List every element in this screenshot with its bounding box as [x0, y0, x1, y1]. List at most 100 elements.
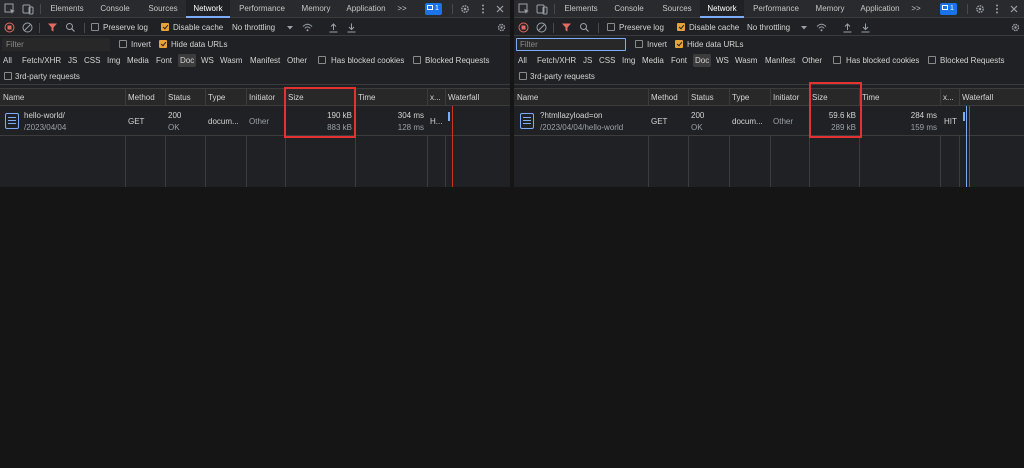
column-status[interactable]: Status [688, 89, 714, 106]
more-tabs-button[interactable]: >> [908, 0, 924, 18]
type-filter-ws[interactable]: WS [716, 54, 729, 67]
tab-elements[interactable]: Elements [560, 0, 602, 18]
clear-icon[interactable] [536, 22, 547, 33]
type-filter-fetch-xhr[interactable]: Fetch/XHR [22, 54, 61, 67]
filter-input[interactable]: Filter [2, 38, 110, 51]
device-toolbar-icon[interactable] [22, 3, 34, 15]
preserve-log-checkbox[interactable] [91, 23, 99, 31]
record-stop-icon[interactable] [4, 22, 15, 33]
close-icon[interactable] [1008, 3, 1020, 15]
column-name[interactable]: Name [514, 89, 538, 106]
issues-badge[interactable]: 1 [425, 3, 442, 15]
filter-funnel-icon[interactable] [47, 22, 58, 33]
inspect-element-icon[interactable] [4, 3, 16, 15]
column-x[interactable]: x... [940, 89, 954, 106]
kebab-menu-icon[interactable] [477, 3, 489, 15]
tab-sources[interactable]: Sources [656, 0, 698, 18]
tab-memory[interactable]: Memory [808, 0, 852, 18]
third-party-checkbox[interactable] [519, 72, 527, 80]
network-conditions-icon[interactable] [816, 22, 827, 33]
type-filter-css[interactable]: CSS [84, 54, 100, 67]
import-har-icon[interactable] [328, 22, 339, 33]
tab-elements[interactable]: Elements [46, 0, 88, 18]
chevron-down-icon[interactable] [800, 22, 808, 33]
type-filter-js[interactable]: JS [68, 54, 77, 67]
tab-network[interactable]: Network [700, 0, 744, 18]
record-stop-icon[interactable] [518, 22, 529, 33]
type-filter-font[interactable]: Font [156, 54, 172, 67]
clear-icon[interactable] [22, 22, 33, 33]
more-tabs-button[interactable]: >> [394, 0, 410, 18]
hide-data-urls-checkbox[interactable] [159, 40, 167, 48]
type-filter-all[interactable]: All [3, 54, 12, 67]
type-filter-manifest[interactable]: Manifest [250, 54, 280, 67]
import-har-icon[interactable] [842, 22, 853, 33]
type-filter-media[interactable]: Media [127, 54, 149, 67]
tab-performance[interactable]: Performance [748, 0, 804, 18]
column-type[interactable]: Type [729, 89, 749, 106]
disable-cache-checkbox[interactable] [677, 23, 685, 31]
filter-input[interactable]: Filter [516, 38, 626, 51]
type-filter-img[interactable]: Img [107, 54, 120, 67]
tab-network[interactable]: Network [186, 0, 230, 18]
tab-performance[interactable]: Performance [234, 0, 290, 18]
type-filter-doc[interactable]: Doc [693, 54, 712, 67]
issues-badge[interactable]: 1 [940, 3, 957, 15]
filter-funnel-icon[interactable] [561, 22, 572, 33]
type-filter-doc[interactable]: Doc [178, 54, 197, 67]
column-x[interactable]: x... [427, 89, 441, 106]
settings-gear-icon[interactable] [974, 3, 986, 15]
network-conditions-icon[interactable] [302, 22, 313, 33]
type-filter-css[interactable]: CSS [599, 54, 615, 67]
blocked-requests-checkbox[interactable] [413, 56, 421, 64]
export-har-icon[interactable] [346, 22, 357, 33]
tab-console[interactable]: Console [92, 0, 138, 18]
type-filter-wasm[interactable]: Wasm [735, 54, 757, 67]
column-time[interactable]: Time [355, 89, 375, 106]
column-initiator[interactable]: Initiator [770, 89, 799, 106]
tab-console[interactable]: Console [606, 0, 652, 18]
third-party-checkbox[interactable] [4, 72, 12, 80]
close-icon[interactable] [494, 3, 506, 15]
search-icon[interactable] [579, 22, 590, 33]
type-filter-font[interactable]: Font [671, 54, 687, 67]
column-method[interactable]: Method [125, 89, 155, 106]
blocked-cookies-checkbox[interactable] [833, 56, 841, 64]
settings-gear-icon[interactable] [459, 3, 471, 15]
table-row[interactable]: ?htmllazyload=on /2023/04/04/hello-world… [514, 106, 1024, 136]
type-filter-js[interactable]: JS [583, 54, 592, 67]
disable-cache-checkbox[interactable] [161, 23, 169, 31]
type-filter-media[interactable]: Media [642, 54, 664, 67]
blocked-cookies-checkbox[interactable] [318, 56, 326, 64]
tab-application[interactable]: Application [342, 0, 390, 18]
type-filter-ws[interactable]: WS [201, 54, 214, 67]
type-filter-other[interactable]: Other [802, 54, 822, 67]
column-waterfall[interactable]: Waterfall [445, 89, 479, 106]
tab-application[interactable]: Application [856, 0, 904, 18]
type-filter-fetch-xhr[interactable]: Fetch/XHR [537, 54, 576, 67]
type-filter-all[interactable]: All [518, 54, 527, 67]
export-har-icon[interactable] [860, 22, 871, 33]
device-toolbar-icon[interactable] [536, 3, 548, 15]
throttling-select[interactable]: No throttling [232, 19, 275, 36]
type-filter-wasm[interactable]: Wasm [220, 54, 242, 67]
column-type[interactable]: Type [205, 89, 225, 106]
hide-data-urls-checkbox[interactable] [675, 40, 683, 48]
blocked-requests-checkbox[interactable] [928, 56, 936, 64]
search-icon[interactable] [65, 22, 76, 33]
network-settings-gear-icon[interactable] [1010, 22, 1021, 33]
invert-checkbox[interactable] [119, 40, 127, 48]
tab-memory[interactable]: Memory [294, 0, 338, 18]
type-filter-other[interactable]: Other [287, 54, 307, 67]
inspect-element-icon[interactable] [518, 3, 530, 15]
type-filter-manifest[interactable]: Manifest [765, 54, 795, 67]
column-status[interactable]: Status [165, 89, 191, 106]
throttling-select[interactable]: No throttling [747, 19, 790, 36]
column-method[interactable]: Method [648, 89, 678, 106]
column-initiator[interactable]: Initiator [246, 89, 275, 106]
type-filter-img[interactable]: Img [622, 54, 635, 67]
table-row[interactable]: hello-world/ /2023/04/04 GET 200 OK docu… [0, 106, 510, 136]
column-name[interactable]: Name [0, 89, 24, 106]
kebab-menu-icon[interactable] [991, 3, 1003, 15]
invert-checkbox[interactable] [635, 40, 643, 48]
